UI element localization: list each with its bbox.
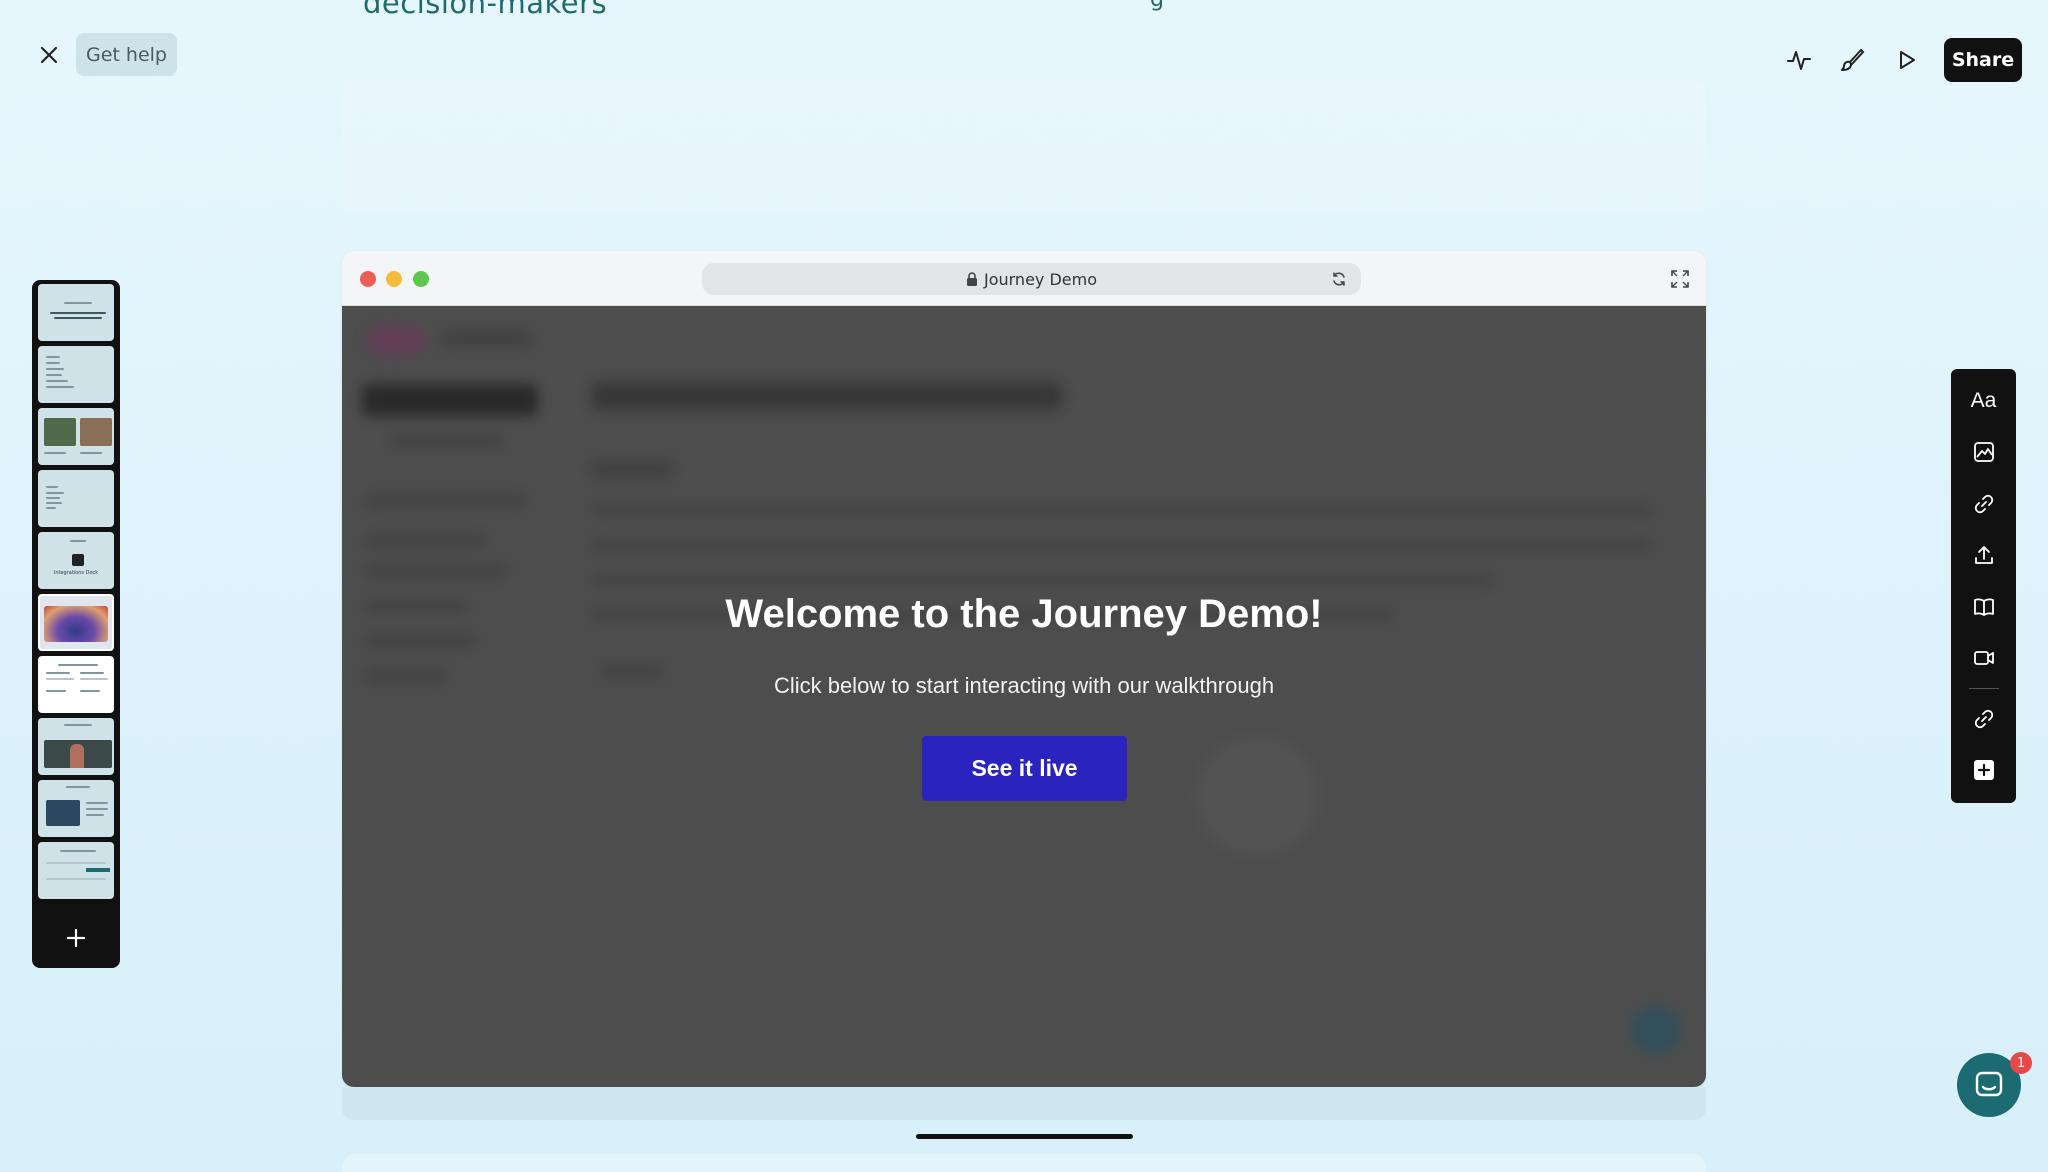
close-button[interactable] — [34, 40, 64, 70]
text-icon: Aa — [1970, 388, 1997, 412]
slide-thumbnail[interactable] — [38, 842, 114, 899]
add-slide-button[interactable] — [38, 913, 114, 963]
next-card-shadow — [342, 1154, 1706, 1172]
theme-button[interactable] — [1826, 43, 1880, 77]
book-icon — [1973, 598, 1994, 616]
embed-link-button[interactable] — [1951, 693, 2016, 745]
slide-thumbnail-caption: Integrations Dock — [53, 570, 99, 576]
heading-glyph-fragment: ɡ — [1150, 0, 1164, 11]
upload-button[interactable] — [1951, 530, 2016, 582]
insert-video-button[interactable] — [1951, 633, 2016, 685]
play-icon — [1900, 51, 1915, 69]
previous-card-shadow — [342, 80, 1706, 212]
insert-doc-button[interactable] — [1951, 581, 2016, 633]
slide-thumbnail-active[interactable] — [38, 594, 114, 651]
window-minimize-dot[interactable] — [386, 271, 402, 287]
chat-notification-badge: 1 — [2010, 1052, 2032, 1074]
browser-window: Journey Demo Welcome to the Journey Demo… — [342, 251, 1706, 1087]
url-title: Journey Demo — [983, 269, 1098, 289]
slides-rail: Integrations Dock — [32, 280, 120, 968]
window-zoom-dot[interactable] — [413, 271, 429, 287]
slide-thumbnail[interactable] — [38, 656, 114, 713]
toolbar-divider — [1968, 688, 1999, 689]
add-icon — [1973, 760, 1994, 781]
image-icon — [1973, 442, 1994, 463]
slide-thumbnail[interactable] — [38, 346, 114, 403]
insert-link-button[interactable] — [1951, 478, 2016, 530]
slide-thumbnail[interactable] — [38, 408, 114, 465]
slide-thumbnail[interactable]: Integrations Dock — [38, 532, 114, 589]
insert-image-button[interactable] — [1951, 427, 2016, 479]
video-icon — [1973, 651, 1994, 666]
reload-icon[interactable] — [1331, 271, 1347, 287]
browser-bottom-strip — [342, 1087, 1706, 1120]
url-bar[interactable]: Journey Demo — [702, 263, 1361, 295]
share-button[interactable]: Share — [1944, 38, 2022, 82]
expand-icon[interactable] — [1670, 269, 1690, 289]
upload-icon — [1974, 546, 1993, 565]
demo-welcome-title: Welcome to the Journey Demo! — [725, 592, 1323, 636]
brush-icon — [1841, 49, 1865, 71]
pulse-icon — [1787, 51, 1811, 70]
lock-icon — [966, 272, 978, 286]
slide-thumbnail[interactable] — [38, 718, 114, 775]
slide-thumbnail[interactable] — [38, 284, 114, 341]
scroll-handle[interactable] — [916, 1134, 1133, 1139]
demo-welcome-subtitle: Click below to start interacting with ou… — [773, 673, 1275, 698]
present-button[interactable] — [1880, 43, 1934, 77]
browser-titlebar: Journey Demo — [342, 251, 1706, 306]
insert-toolbar: Aa — [1951, 369, 2016, 803]
demo-overlay: Welcome to the Journey Demo! Click below… — [342, 306, 1706, 1087]
close-icon — [40, 46, 58, 64]
chat-icon — [1975, 1071, 2003, 1097]
add-block-button[interactable] — [1951, 745, 2016, 797]
link-icon — [1974, 494, 1993, 513]
slide-thumbnail[interactable] — [38, 470, 114, 527]
see-it-live-button[interactable]: See it live — [922, 736, 1127, 801]
link-icon — [1974, 709, 1993, 728]
page-heading-fragment: decision-makers — [363, 0, 608, 20]
slide-thumbnail[interactable] — [38, 780, 114, 837]
plus-icon — [66, 928, 86, 948]
insert-text-button[interactable]: Aa — [1951, 375, 2016, 427]
window-close-dot[interactable] — [360, 271, 376, 287]
get-help-button[interactable]: Get help — [76, 33, 177, 76]
top-toolbar: Share — [1772, 38, 2022, 82]
analytics-button[interactable] — [1772, 43, 1826, 77]
